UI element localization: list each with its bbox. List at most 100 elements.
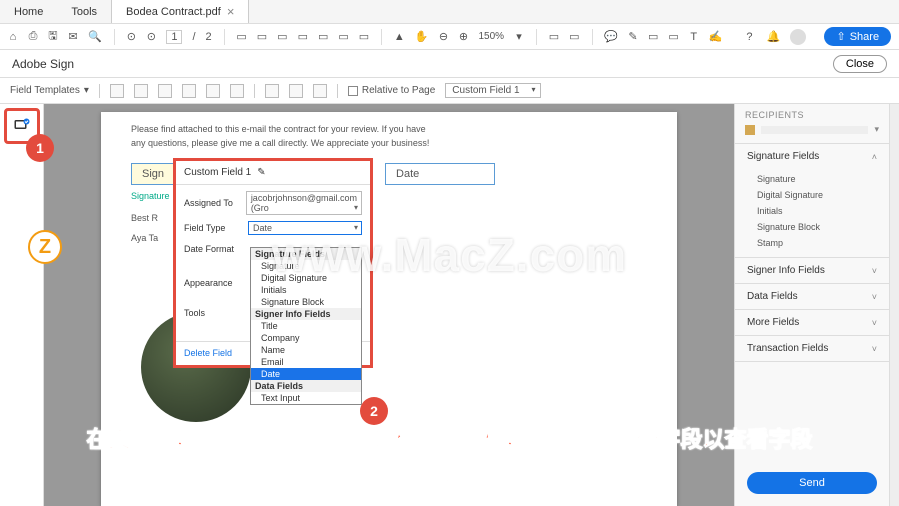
- document-page: Please find attached to this e-mail the …: [101, 112, 677, 506]
- chevron-down-icon: ▾: [874, 124, 879, 135]
- tab-document[interactable]: Bodea Contract.pdf ×: [111, 0, 249, 23]
- field-option[interactable]: Initials: [735, 203, 889, 219]
- page-up-icon[interactable]: ⊙: [126, 30, 136, 44]
- accordion-head[interactable]: More Fields˅: [735, 310, 889, 335]
- align-icon[interactable]: [158, 84, 172, 98]
- dd-item[interactable]: Digital Signature: [251, 272, 361, 284]
- search-icon[interactable]: 🔍: [88, 30, 102, 44]
- tool-icon[interactable]: ▭: [318, 30, 328, 44]
- size-icon[interactable]: [265, 84, 279, 98]
- hand-icon[interactable]: ✋: [415, 30, 429, 44]
- page-total: 2: [206, 31, 212, 43]
- tool-icon[interactable]: ▭: [257, 30, 267, 44]
- callout-1: 1: [26, 134, 54, 162]
- delete-field-link[interactable]: Delete Field: [184, 348, 232, 358]
- document-canvas[interactable]: Please find attached to this e-mail the …: [44, 104, 734, 506]
- dd-item-selected[interactable]: Date: [251, 368, 361, 380]
- dd-item[interactable]: Initials: [251, 284, 361, 296]
- zoom-out-icon[interactable]: ⊖: [439, 30, 449, 44]
- tool-icon[interactable]: ▭: [338, 30, 348, 44]
- sign-header: Adobe Sign Close: [0, 50, 899, 78]
- tool-icon[interactable]: ▭: [236, 30, 246, 44]
- page-down-icon[interactable]: ⊙: [146, 30, 156, 44]
- close-button[interactable]: Close: [833, 55, 887, 73]
- size-icon[interactable]: [313, 84, 327, 98]
- recipient-color-icon: [745, 125, 755, 135]
- tab-home[interactable]: Home: [0, 0, 57, 23]
- accordion-head[interactable]: Data Fields˅: [735, 284, 889, 309]
- accordion-head[interactable]: Transaction Fields˅: [735, 336, 889, 361]
- field-option[interactable]: Signature Block: [735, 219, 889, 235]
- dd-item[interactable]: Signature: [251, 260, 361, 272]
- accordion-title: Transaction Fields: [747, 343, 828, 354]
- dropdown-icon[interactable]: ▾: [514, 30, 524, 44]
- accordion-head[interactable]: Signer Info Fields˅: [735, 258, 889, 283]
- recipient-row[interactable]: ▾: [735, 122, 889, 144]
- assigned-to-dropdown[interactable]: jacobrjohnson@gmail.com (Gro: [246, 191, 362, 215]
- zoom-level[interactable]: 150%: [478, 31, 504, 42]
- field-type-dropdown[interactable]: Date: [248, 221, 362, 235]
- tab-tools[interactable]: Tools: [57, 0, 111, 23]
- separator: [337, 84, 338, 98]
- comment-icon[interactable]: 💬: [604, 30, 618, 44]
- field-option[interactable]: Digital Signature: [735, 187, 889, 203]
- zoom-in-icon[interactable]: ⊕: [459, 30, 469, 44]
- dd-item[interactable]: Signature Block: [251, 296, 361, 308]
- tool-icon[interactable]: ▭: [298, 30, 308, 44]
- save-icon[interactable]: 🖫: [48, 30, 58, 44]
- signature-field[interactable]: Sign: [131, 163, 175, 185]
- tool-icon[interactable]: ▭: [549, 30, 559, 44]
- page-current[interactable]: 1: [166, 30, 182, 44]
- pointer-icon[interactable]: ▲: [394, 30, 405, 44]
- print-icon[interactable]: ⎙: [28, 30, 38, 44]
- tool-icon[interactable]: ▭: [569, 30, 579, 44]
- chevron-down-icon: ▾: [84, 85, 89, 96]
- avatar[interactable]: [790, 29, 806, 45]
- vertical-scrollbar[interactable]: [889, 104, 899, 506]
- help-icon[interactable]: ?: [742, 30, 756, 44]
- custom-field-dropdown[interactable]: Custom Field 1: [445, 83, 540, 98]
- field-templates-dropdown[interactable]: Field Templates ▾: [10, 85, 89, 96]
- left-rail: 1: [0, 104, 44, 506]
- share-icon: ⇧: [836, 30, 845, 43]
- highlight-icon[interactable]: ✎: [628, 30, 638, 44]
- accordion-head[interactable]: Signature Fields ˄: [735, 144, 889, 169]
- align-icon[interactable]: [134, 84, 148, 98]
- close-tab-icon[interactable]: ×: [227, 4, 235, 19]
- dd-item[interactable]: Title: [251, 320, 361, 332]
- home-icon[interactable]: ⌂: [8, 30, 18, 44]
- dd-item[interactable]: Text Input: [251, 392, 361, 404]
- page-sep: /: [192, 31, 195, 43]
- date-field[interactable]: Date: [385, 163, 495, 185]
- accordion-title: Signer Info Fields: [747, 265, 825, 276]
- align-icon[interactable]: [110, 84, 124, 98]
- share-button[interactable]: ⇧ Share: [824, 27, 891, 46]
- signature-caption: Signature: [131, 191, 170, 201]
- edit-icon[interactable]: ✎: [257, 167, 265, 178]
- stamp-icon[interactable]: ▭: [648, 30, 658, 44]
- mail-icon[interactable]: ✉: [68, 30, 78, 44]
- send-button[interactable]: Send: [747, 472, 877, 494]
- align-icon[interactable]: [206, 84, 220, 98]
- sign-icon[interactable]: ✍: [709, 30, 723, 44]
- dd-item[interactable]: Company: [251, 332, 361, 344]
- align-icon[interactable]: [182, 84, 196, 98]
- relative-to-page-checkbox[interactable]: Relative to Page: [348, 85, 435, 96]
- tab-document-label: Bodea Contract.pdf: [126, 6, 221, 18]
- dd-item[interactable]: Name: [251, 344, 361, 356]
- accordion-title: Data Fields: [747, 291, 798, 302]
- right-panel: RECIPIENTS ▾ Signature Fields ˄ Signatur…: [734, 104, 889, 506]
- align-icon[interactable]: [230, 84, 244, 98]
- tool-icon[interactable]: ▭: [359, 30, 369, 44]
- tool-icon[interactable]: ▭: [277, 30, 287, 44]
- field-option[interactable]: Stamp: [735, 235, 889, 251]
- bell-icon[interactable]: 🔔: [766, 30, 780, 44]
- size-icon[interactable]: [289, 84, 303, 98]
- dd-item[interactable]: Email: [251, 356, 361, 368]
- field-option[interactable]: Signature: [735, 171, 889, 187]
- sign-title: Adobe Sign: [12, 57, 74, 71]
- popup-title: Custom Field 1: [184, 167, 251, 178]
- doc-intro-1: Please find attached to this e-mail the …: [131, 124, 647, 136]
- text-icon[interactable]: T: [689, 30, 699, 44]
- attach-icon[interactable]: ▭: [668, 30, 678, 44]
